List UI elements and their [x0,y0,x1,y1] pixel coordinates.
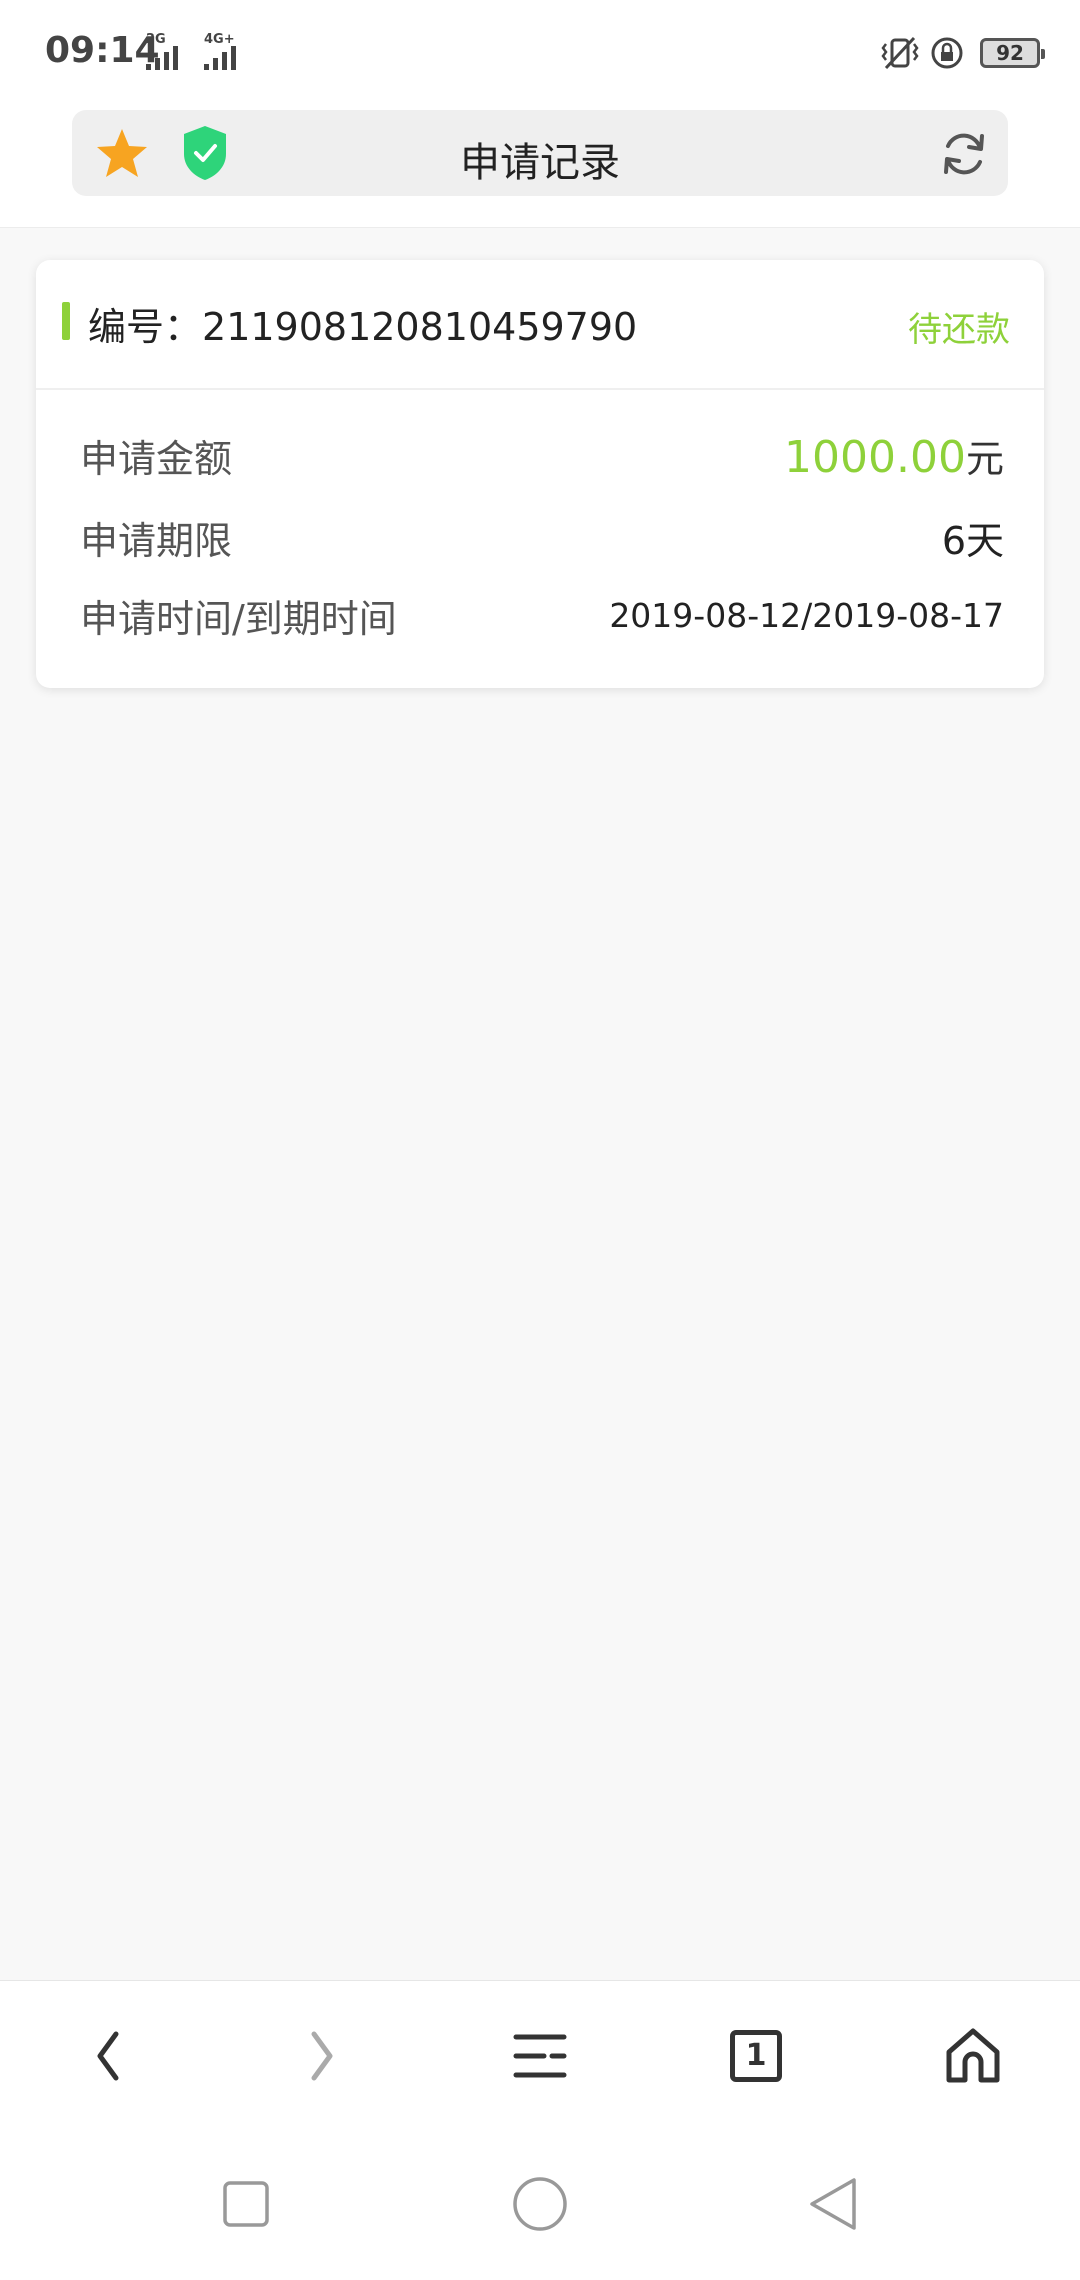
order-number: 编号：211908120810459790 [88,296,637,351]
browser-address-bar: 申请记录 [0,110,1080,228]
tabs-button[interactable]: 1 [721,2021,791,2091]
system-nav-bar [0,2130,1080,2280]
amount-label: 申请金额 [80,437,233,481]
home-icon [946,2028,1000,2083]
term-row: 申请期限 6天 [80,510,1004,570]
menu-icon [513,2034,567,2078]
header-accent-bar [62,302,70,340]
vibrate-icon [881,36,919,70]
order-number-value: 211908120810459790 [202,305,638,349]
amount-number: 1000.00 [784,432,966,483]
refresh-icon[interactable] [938,128,990,180]
term-label: 申请期限 [80,519,233,563]
back-icon [97,2031,119,2081]
rotation-lock-icon [931,37,963,69]
page-title: 申请记录 [460,140,620,186]
status-bar: 09:14 2G 4G+ 92 [0,0,1080,110]
page: 09:14 2G 4G+ 92 申请记录 编号：2119081208104597… [0,0,1080,2280]
home-button[interactable] [938,2021,1008,2091]
forward-button[interactable] [287,2021,357,2091]
status-badge: 待还款 [908,310,1010,350]
date-value: 2019-08-12/2019-08-17 [609,596,1004,635]
browser-toolbar: 1 [0,1980,1080,2130]
recent-apps-icon[interactable] [216,2174,276,2234]
forward-icon [311,2031,333,2081]
menu-button[interactable] [505,2021,575,2091]
status-icons: 92 [880,34,1045,74]
term-value: 6天 [941,519,1004,563]
amount-value: 1000.00元 [784,428,1004,483]
record-card[interactable]: 编号：211908120810459790 待还款 申请金额 1000.00元 … [36,260,1044,688]
tabs-icon: 1 [730,2030,782,2082]
order-number-label: 编号： [88,305,203,349]
amount-unit: 元 [965,437,1004,481]
status-time: 09:14 [45,30,160,71]
back-triangle-icon[interactable] [804,2174,864,2234]
back-button[interactable] [73,2021,143,2091]
date-row: 申请时间/到期时间 2019-08-12/2019-08-17 [80,588,1004,648]
battery-icon: 92 [980,38,1045,68]
amount-row: 申请金额 1000.00元 [80,428,1004,488]
record-card-header: 编号：211908120810459790 待还款 [36,260,1044,390]
home-circle-icon[interactable] [510,2174,570,2234]
date-label: 申请时间/到期时间 [80,597,397,641]
address-pill[interactable]: 申请记录 [72,110,1008,196]
